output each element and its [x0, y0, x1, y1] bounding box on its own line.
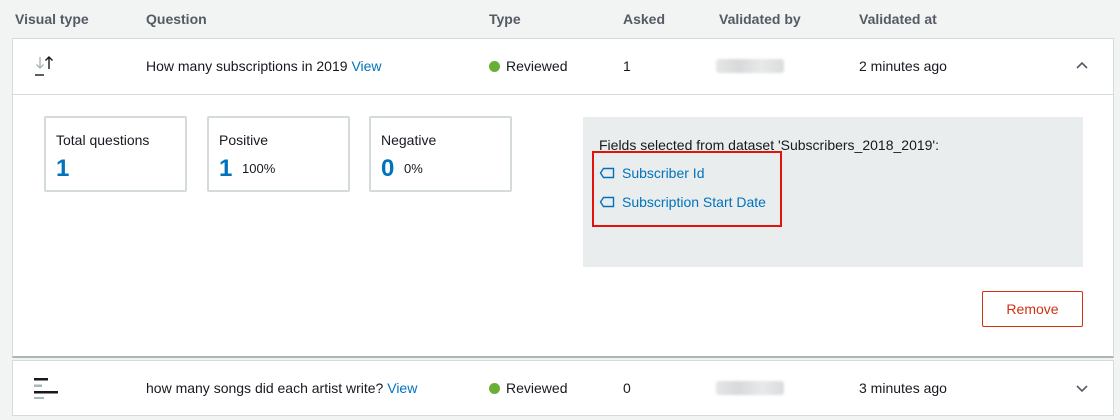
- question-text: How many subscriptions in 2019 View: [146, 58, 382, 74]
- stat-card-title: Total questions: [56, 132, 150, 148]
- column-header-visual-type[interactable]: Visual type: [15, 11, 89, 27]
- status-label: Reviewed: [506, 380, 568, 396]
- stat-card-positive: Positive 1 100%: [207, 116, 350, 192]
- stat-card-percent: 0%: [404, 161, 423, 176]
- stat-card-value: 1: [219, 155, 233, 182]
- stat-card-title: Positive: [219, 132, 269, 148]
- remove-button[interactable]: Remove: [982, 291, 1083, 327]
- view-link[interactable]: View: [351, 58, 381, 74]
- validated-at: 2 minutes ago: [859, 58, 947, 74]
- column-header-validated-at[interactable]: Validated at: [859, 11, 937, 27]
- stat-card-value: 0: [381, 155, 395, 182]
- column-header-asked[interactable]: Asked: [623, 11, 665, 27]
- asked-count: 0: [623, 380, 631, 396]
- table-row: how many songs did each artist write? Vi…: [12, 360, 1114, 416]
- validated-by-redacted: [716, 59, 784, 73]
- table-row: How many subscriptions in 2019 View Revi…: [12, 38, 1114, 358]
- question-label: How many subscriptions in 2019: [146, 58, 348, 74]
- stat-card-value: 1: [56, 155, 70, 182]
- chevron-down-icon[interactable]: [1072, 378, 1092, 398]
- view-link[interactable]: View: [387, 380, 417, 396]
- stat-card-total-questions: Total questions 1: [44, 116, 187, 192]
- column-header-question[interactable]: Question: [146, 11, 207, 27]
- validated-by-redacted: [716, 381, 784, 395]
- status-badge: Reviewed: [489, 380, 567, 396]
- stat-card-title: Negative: [381, 132, 437, 148]
- question-text: how many songs did each artist write? Vi…: [146, 380, 417, 396]
- sort-arrows-icon: [34, 54, 60, 81]
- fields-panel: Fields selected from dataset 'Subscriber…: [583, 117, 1083, 267]
- column-header-type[interactable]: Type: [489, 11, 521, 27]
- row-divider: [13, 94, 1113, 95]
- stat-card-negative: Negative 0 0%: [369, 116, 512, 192]
- stat-card-percent: 100%: [242, 161, 276, 176]
- horizontal-bar-chart-icon: [34, 376, 60, 403]
- status-dot-icon: [489, 383, 500, 394]
- chevron-up-icon[interactable]: [1072, 55, 1092, 75]
- table-header: Visual type Question Type Asked Validate…: [0, 0, 1120, 38]
- validated-at: 3 minutes ago: [859, 380, 947, 396]
- column-header-validated-by[interactable]: Validated by: [719, 11, 801, 27]
- highlight-box: [592, 151, 782, 227]
- status-dot-icon: [489, 61, 500, 72]
- question-label: how many songs did each artist write?: [146, 380, 384, 396]
- status-label: Reviewed: [506, 58, 568, 74]
- status-badge: Reviewed: [489, 58, 567, 74]
- asked-count: 1: [623, 58, 631, 74]
